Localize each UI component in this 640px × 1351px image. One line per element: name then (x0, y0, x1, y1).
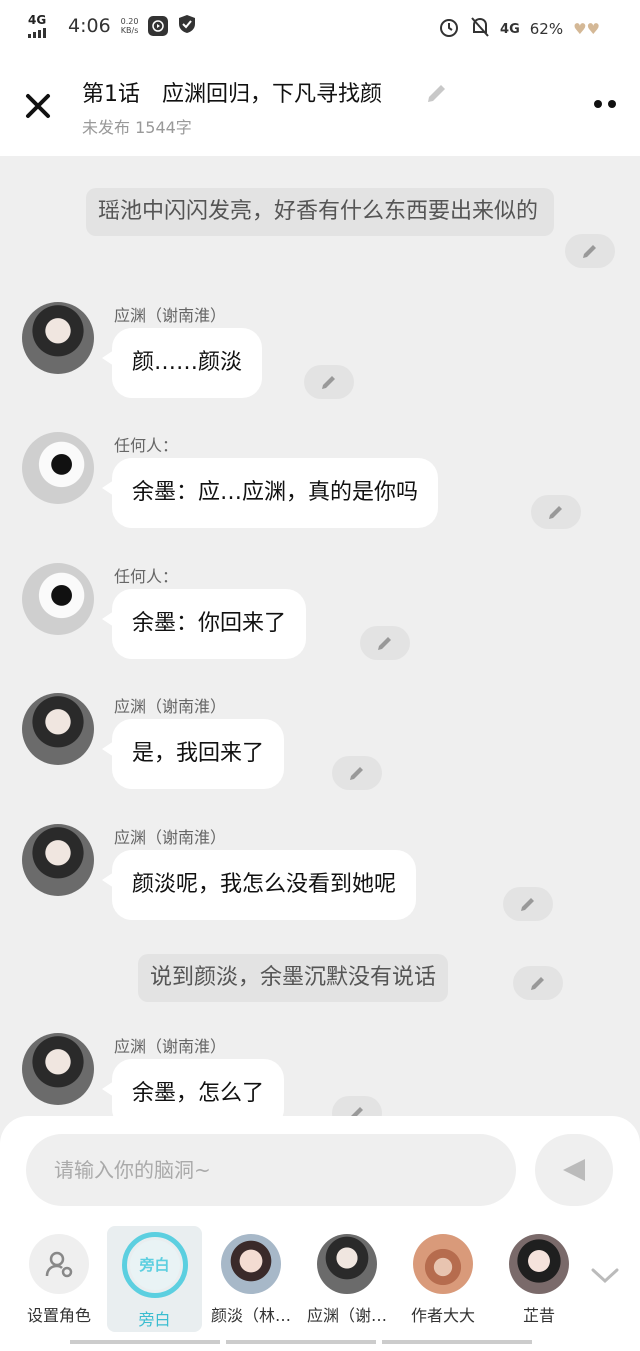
edit-message-button[interactable] (360, 626, 410, 660)
alarm-icon (438, 16, 460, 42)
clock: 4:06 (68, 15, 111, 37)
send-button[interactable] (535, 1134, 613, 1206)
role-label: 旁白 (138, 1310, 171, 1329)
speaker-name: 应渊（谢南淮） (114, 306, 227, 325)
message-bubble[interactable]: 余墨：你回来了 (101, 589, 307, 659)
message-bubble[interactable]: 颜……颜淡 (101, 328, 263, 398)
speaker-name: 任何人： (114, 567, 179, 586)
narration-block[interactable]: 说到颜淡，余墨沉默没有说话 (138, 954, 449, 1002)
speaker-name: 应渊（谢南淮） (114, 828, 227, 847)
narration-block[interactable]: 瑶池中闪闪发亮，好香有什么东西要出来似的 (86, 188, 554, 236)
role-narrator[interactable]: 旁白 旁白 (107, 1226, 202, 1332)
avatar[interactable] (22, 693, 94, 765)
signal-bars-icon (28, 28, 58, 38)
edit-narration-button[interactable] (513, 966, 563, 1000)
avatar (317, 1234, 377, 1294)
role-zhixi[interactable]: 芷昔 (494, 1226, 584, 1326)
avatar[interactable] (22, 302, 94, 374)
narrator-badge: 旁白 (129, 1240, 180, 1290)
edit-narration-button[interactable] (565, 234, 615, 268)
right-network: 4G (500, 21, 520, 37)
edit-title-icon[interactable] (424, 80, 450, 106)
role-selector: 设置角色 旁白 旁白 颜淡（林… 应渊（谢… 作者大大 芷昔 (0, 1226, 640, 1336)
chapter-status: 未发布 1544字 (82, 118, 192, 137)
role-label: 芷昔 (522, 1306, 555, 1325)
avatar[interactable] (22, 824, 94, 896)
role-yingyuan[interactable]: 应渊（谢… (302, 1226, 392, 1326)
close-icon[interactable] (24, 92, 52, 120)
narrator-avatar: 旁白 (121, 1232, 188, 1298)
role-label: 作者大大 (410, 1306, 475, 1325)
avatar (413, 1234, 473, 1294)
avatar[interactable] (22, 563, 94, 635)
send-icon (563, 1159, 585, 1181)
editor-header: 第1话 应渊回归，下凡寻找颜 未发布 1544字 (0, 56, 640, 156)
mute-icon (470, 16, 490, 42)
avatar[interactable] (22, 432, 94, 504)
edit-message-button[interactable] (304, 365, 354, 399)
net-speed: 0.20 KB/s (121, 17, 139, 35)
status-bar: 4G 4:06 0.20 KB/s 4G 62% ♥♥ (0, 0, 640, 56)
role-label: 设置角色 (26, 1306, 91, 1325)
battery-level: 62% (529, 20, 564, 38)
shield-icon (178, 14, 196, 38)
compose-panel: 请输入你的脑洞~ 设置角色 旁白 旁白 颜淡（林… 应渊（谢… 作者大大 芷昔 (0, 1116, 640, 1351)
speaker-name: 任何人： (114, 436, 179, 455)
message-bubble[interactable]: 是，我回来了 (101, 719, 285, 789)
signal-indicator: 4G (28, 14, 58, 38)
message-bubble[interactable]: 颜淡呢，我怎么没看到她呢 (101, 850, 417, 920)
role-yandan[interactable]: 颜淡（林… (206, 1226, 296, 1326)
more-options-icon[interactable] (594, 100, 616, 108)
scroll-indicator (0, 1340, 640, 1344)
chat-area[interactable]: 瑶池中闪闪发亮，好香有什么东西要出来似的 应渊（谢南淮） 颜……颜淡 任何人： … (0, 156, 640, 1116)
network-type: 4G (28, 13, 47, 27)
edit-message-button[interactable] (332, 756, 382, 790)
media-icon (148, 16, 169, 36)
net-speed-value: 0.20 (120, 17, 139, 26)
message-bubble[interactable]: 余墨，怎么了 (101, 1059, 285, 1116)
speaker-name: 应渊（谢南淮） (114, 1037, 227, 1056)
role-label: 应渊（谢… (306, 1306, 387, 1325)
speaker-name: 应渊（谢南淮） (114, 697, 227, 716)
role-label: 颜淡（林… (210, 1306, 291, 1325)
avatar (221, 1234, 281, 1294)
edit-message-button[interactable] (531, 495, 581, 529)
hearts-icon: ♥♥ (573, 20, 600, 38)
net-speed-unit: KB/s (120, 26, 139, 35)
avatar[interactable] (22, 1033, 94, 1105)
edit-message-button[interactable] (503, 887, 553, 921)
role-settings-button[interactable]: 设置角色 (14, 1226, 104, 1326)
message-input[interactable]: 请输入你的脑洞~ (26, 1134, 516, 1206)
avatar (509, 1234, 569, 1294)
role-author[interactable]: 作者大大 (398, 1226, 488, 1326)
edit-message-button[interactable] (332, 1096, 382, 1116)
chapter-title[interactable]: 第1话 应渊回归，下凡寻找颜 (82, 76, 382, 108)
chevron-down-icon[interactable] (590, 1266, 620, 1286)
person-settings-icon (29, 1234, 89, 1294)
message-bubble[interactable]: 余墨：应…应渊，真的是你吗 (101, 458, 439, 528)
